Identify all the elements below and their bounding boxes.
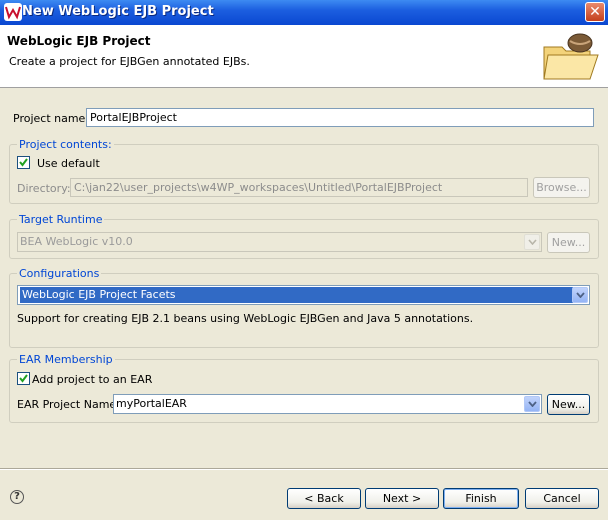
chevron-down-icon[interactable] <box>572 287 588 303</box>
chevron-down-icon[interactable] <box>524 234 540 250</box>
close-icon: ✕ <box>589 4 601 20</box>
folder-with-bean-icon <box>543 33 599 80</box>
target-runtime-select[interactable]: BEA WebLogic v10.0 <box>17 232 542 252</box>
use-default-checkbox[interactable] <box>17 156 30 169</box>
help-icon[interactable]: ? <box>10 490 24 504</box>
wizard-banner: WebLogic EJB Project Create a project fo… <box>0 25 608 88</box>
back-button[interactable]: < Back <box>287 488 361 509</box>
next-button[interactable]: Next > <box>365 488 439 509</box>
ear-new-button[interactable]: New... <box>547 394 590 415</box>
close-button[interactable]: ✕ <box>585 2 605 22</box>
directory-input[interactable]: C:\jan22\user_projects\w4WP_workspaces\U… <box>70 178 528 197</box>
project-name-input[interactable]: PortalEJBProject <box>86 108 594 127</box>
title-bar: New WebLogic EJB Project ✕ <box>0 0 608 25</box>
ear-project-name-value: myPortalEAR <box>116 397 187 410</box>
ear-membership-heading: EAR Membership <box>17 353 115 366</box>
directory-label: Directory: <box>17 182 71 195</box>
finish-button[interactable]: Finish <box>443 488 519 509</box>
configurations-value: WebLogic EJB Project Facets <box>20 287 573 303</box>
browse-button[interactable]: Browse... <box>533 177 590 198</box>
chevron-down-icon[interactable] <box>524 396 540 412</box>
target-runtime-new-button[interactable]: New... <box>547 232 590 253</box>
configurations-select[interactable]: WebLogic EJB Project Facets <box>17 285 590 305</box>
page-title: WebLogic EJB Project <box>7 34 151 48</box>
cancel-button[interactable]: Cancel <box>525 488 599 509</box>
project-contents-heading: Project contents: <box>17 138 114 151</box>
target-runtime-heading: Target Runtime <box>17 213 105 226</box>
checkmark-icon <box>19 158 28 167</box>
checkmark-icon <box>19 374 28 383</box>
target-runtime-value: BEA WebLogic v10.0 <box>20 235 133 248</box>
configurations-description: Support for creating EJB 2.1 beans using… <box>17 312 474 325</box>
configurations-heading: Configurations <box>17 267 102 280</box>
weblogic-logo-icon <box>4 3 22 21</box>
add-to-ear-checkbox[interactable] <box>17 372 30 385</box>
window-title: New WebLogic EJB Project <box>22 4 214 19</box>
add-to-ear-label: Add project to an EAR <box>32 373 153 386</box>
ear-project-name-label: EAR Project Name: <box>17 398 120 411</box>
use-default-label: Use default <box>37 157 100 170</box>
page-description: Create a project for EJBGen annotated EJ… <box>9 55 250 68</box>
project-name-label: Project name: <box>13 112 90 125</box>
footer-separator <box>0 468 608 470</box>
ear-project-name-select[interactable]: myPortalEAR <box>113 394 542 414</box>
